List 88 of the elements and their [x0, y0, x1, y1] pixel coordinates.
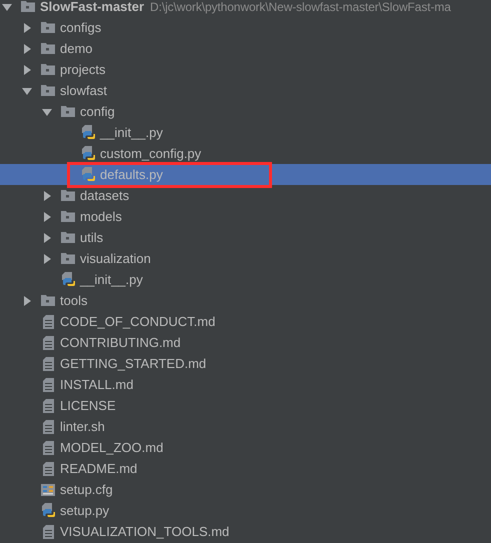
- file-name: CONTRIBUTING.md: [60, 335, 181, 350]
- tree-row[interactable]: datasets: [0, 185, 491, 206]
- text-file-icon: [42, 356, 54, 370]
- python-file-icon: [80, 146, 96, 162]
- folder-name: models: [80, 209, 122, 224]
- file-name: custom_config.py: [100, 146, 202, 161]
- text-file-icon: [42, 420, 54, 434]
- folder-name: tools: [60, 293, 88, 308]
- folder-icon: [61, 211, 75, 222]
- folder-name: utils: [80, 230, 104, 245]
- file-name: setup.cfg: [60, 482, 113, 497]
- project-name: SlowFast-master: [40, 0, 144, 14]
- file-name: LICENSE: [60, 398, 116, 413]
- file-name: setup.py: [60, 503, 110, 518]
- tree-row[interactable]: linter.sh: [0, 416, 491, 437]
- folder-name: config: [80, 104, 115, 119]
- text-file-icon: [42, 440, 54, 454]
- tree-row[interactable]: visualization: [0, 248, 491, 269]
- tree-row[interactable]: projects: [0, 59, 491, 80]
- folder-icon: [61, 232, 75, 243]
- folder-name: visualization: [80, 251, 151, 266]
- python-file-icon: [80, 124, 96, 140]
- expand-arrow-icon[interactable]: [42, 232, 52, 242]
- file-name: MODEL_ZOO.md: [60, 440, 164, 455]
- tree-row[interactable]: SlowFast-master D:\jc\work\pythonwork\New-slowfast-master\SlowFast-ma: [0, 0, 491, 17]
- file-name: GETTING_STARTED.md: [60, 356, 206, 371]
- folder-icon: [41, 295, 55, 306]
- expand-arrow-icon[interactable]: [42, 190, 52, 200]
- tree-row[interactable]: CODE_OF_CONDUCT.md: [0, 311, 491, 332]
- expand-arrow-icon[interactable]: [22, 44, 32, 54]
- folder-icon: [61, 190, 75, 201]
- text-file-icon: [42, 398, 54, 412]
- tree-row[interactable]: configs: [0, 17, 491, 38]
- tree-row[interactable]: MODEL_ZOO.md: [0, 437, 491, 458]
- folder-icon: [41, 85, 55, 96]
- file-name: defaults.py: [100, 167, 163, 182]
- tree-row[interactable]: INSTALL.md: [0, 374, 491, 395]
- python-file-icon: [60, 272, 76, 288]
- expand-arrow-icon[interactable]: [42, 212, 52, 222]
- tree-row[interactable]: models: [0, 206, 491, 227]
- file-name: linter.sh: [60, 419, 105, 434]
- file-name: README.md: [60, 461, 138, 476]
- folder-icon: [21, 1, 35, 12]
- python-file-icon: [40, 502, 56, 518]
- tree-row[interactable]: custom_config.py: [0, 143, 491, 164]
- tree-row[interactable]: setup.cfg: [0, 479, 491, 500]
- expand-arrow-icon[interactable]: [42, 254, 52, 264]
- expand-arrow-icon[interactable]: [22, 64, 32, 74]
- folder-name: demo: [60, 41, 93, 56]
- collapse-arrow-icon[interactable]: [42, 106, 52, 116]
- tree-row[interactable]: __init__.py: [0, 269, 491, 290]
- text-file-icon: [42, 462, 54, 476]
- folder-icon: [41, 43, 55, 54]
- folder-name: slowfast: [60, 83, 107, 98]
- file-name: VISUALIZATION_TOOLS.md: [60, 524, 230, 539]
- file-name: INSTALL.md: [60, 377, 134, 392]
- expand-arrow-icon[interactable]: [22, 296, 32, 306]
- file-name: CODE_OF_CONDUCT.md: [60, 314, 216, 329]
- python-file-icon: [80, 166, 96, 182]
- folder-name: projects: [60, 62, 106, 77]
- file-name: __init__.py: [80, 272, 143, 287]
- tree-row[interactable]: setup.py: [0, 500, 491, 521]
- tree-row[interactable]: README.md: [0, 458, 491, 479]
- tree-row[interactable]: GETTING_STARTED.md: [0, 353, 491, 374]
- tree-row[interactable]: config: [0, 101, 491, 122]
- collapse-arrow-icon[interactable]: [2, 2, 12, 12]
- collapse-arrow-icon[interactable]: [22, 86, 32, 96]
- tree-row[interactable]: __init__.py: [0, 122, 491, 143]
- expand-arrow-icon[interactable]: [22, 22, 32, 32]
- folder-icon: [41, 22, 55, 33]
- tree-row[interactable]: CONTRIBUTING.md: [0, 332, 491, 353]
- text-file-icon: [42, 378, 54, 392]
- tree-row[interactable]: tools: [0, 290, 491, 311]
- tree-row[interactable]: utils: [0, 227, 491, 248]
- tree-row[interactable]: VISUALIZATION_TOOLS.md: [0, 521, 491, 539]
- text-file-icon: [42, 336, 54, 350]
- folder-name: datasets: [80, 188, 130, 203]
- tree-row[interactable]: slowfast: [0, 80, 491, 101]
- file-name: __init__.py: [100, 125, 163, 140]
- project-path: D:\jc\work\pythonwork\New-slowfast-master\SlowFast-ma: [150, 0, 451, 14]
- folder-icon: [41, 64, 55, 75]
- tree-row[interactable]: LICENSE: [0, 395, 491, 416]
- folder-icon: [61, 253, 75, 264]
- text-file-icon: [42, 314, 54, 328]
- config-file-icon: [41, 482, 55, 497]
- folder-name: configs: [60, 20, 102, 35]
- folder-icon: [61, 106, 75, 117]
- tree-row[interactable]: demo: [0, 38, 491, 59]
